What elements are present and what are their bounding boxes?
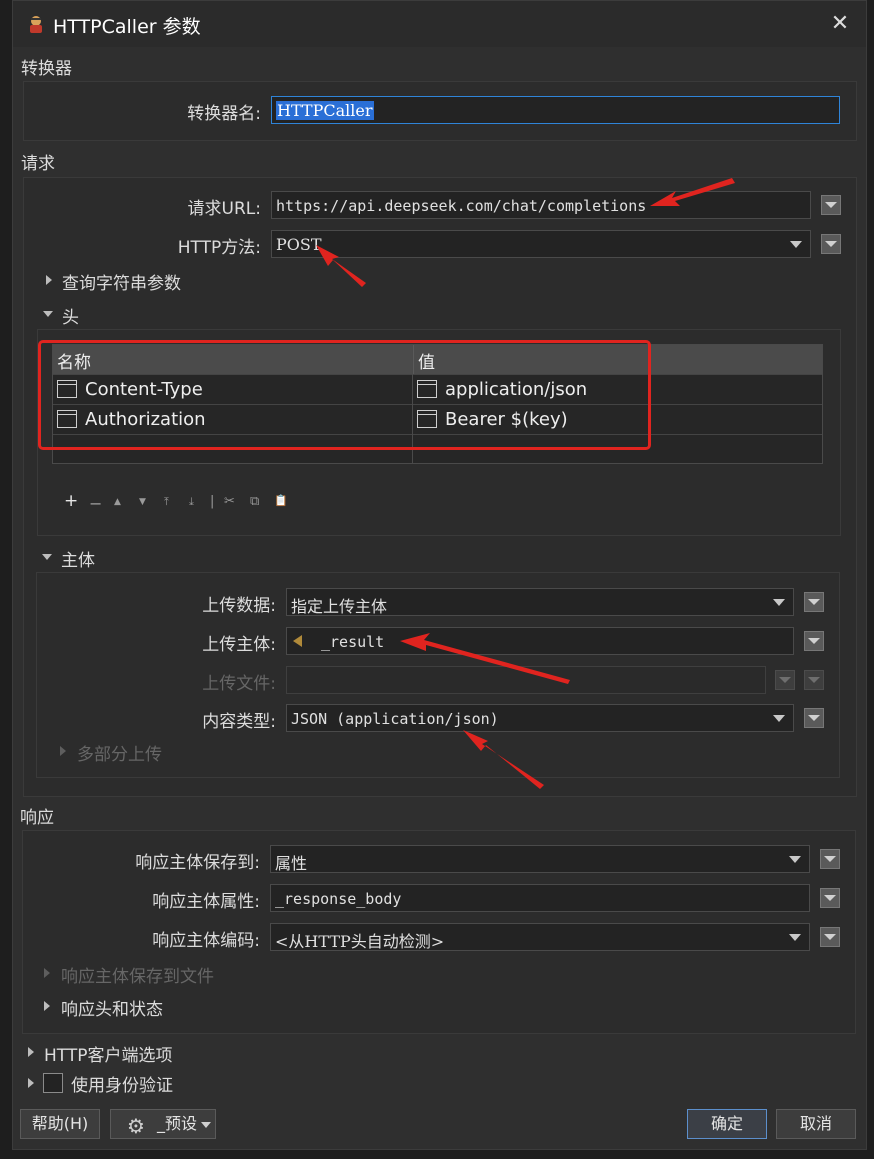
encoding-label: 响应主体编码:	[152, 931, 260, 951]
content-type-menu-button[interactable]	[804, 708, 824, 728]
content-type-select[interactable]: JSON (application/json)	[286, 704, 794, 732]
chevron-down-icon	[773, 715, 785, 722]
upload-file-label: 上传文件:	[202, 674, 276, 694]
help-button[interactable]: 帮助(H)	[20, 1109, 100, 1139]
annotation-red-box	[38, 340, 651, 450]
add-row-button[interactable]: +	[64, 491, 78, 511]
content-type-value: JSON (application/json)	[291, 710, 499, 728]
chevron-down-icon	[790, 241, 802, 248]
http-client-options-expander[interactable]: HTTP客户端选项	[44, 1041, 173, 1066]
save-to-select[interactable]: 属性	[270, 845, 810, 873]
url-menu-button[interactable]	[821, 195, 841, 215]
preset-label: _预设	[157, 1114, 198, 1133]
request-url-input[interactable]: https://api.deepseek.com/chat/completion…	[271, 191, 811, 219]
response-attr-menu-button[interactable]	[820, 888, 840, 908]
toolbar-separator: |	[210, 494, 215, 509]
content-type-label: 内容类型:	[202, 712, 276, 732]
method-menu-button[interactable]	[821, 234, 841, 254]
app-icon	[30, 16, 42, 33]
section-request: 请求	[21, 154, 55, 174]
remove-row-button[interactable]: −	[89, 494, 102, 513]
query-params-expander[interactable]: 查询字符串参数	[62, 269, 181, 294]
body-expander[interactable]: 主体	[61, 546, 95, 571]
gear-icon: ⚙	[127, 1114, 145, 1138]
upload-file-menu-button	[804, 670, 824, 690]
encoding-select[interactable]: <从HTTP头自动检测>	[270, 923, 810, 951]
cancel-button[interactable]: 取消	[776, 1109, 856, 1139]
move-bottom-button: ⤓	[189, 495, 194, 508]
encoding-value: <从HTTP头自动检测>	[275, 932, 445, 951]
request-url-label: 请求URL:	[187, 199, 261, 219]
upload-data-menu-button[interactable]	[804, 592, 824, 612]
window-title: HTTPCaller 参数	[53, 16, 201, 38]
multipart-expander: 多部分上传	[77, 745, 162, 765]
transformer-name-value: HTTPCaller	[276, 101, 374, 120]
collapse-arrow-icon[interactable]	[43, 311, 53, 317]
save-to-value: 属性	[275, 854, 308, 873]
response-attr-label: 响应主体属性:	[152, 892, 260, 912]
save-to-menu-button[interactable]	[820, 849, 840, 869]
browse-button	[775, 670, 795, 690]
copy-icon[interactable]: ⧉	[250, 494, 259, 509]
transformer-name-label: 转换器名:	[187, 104, 261, 124]
section-response: 响应	[20, 808, 54, 828]
chevron-down-icon	[773, 599, 785, 606]
upload-data-value: 指定上传主体	[291, 597, 388, 616]
expand-arrow-icon[interactable]	[46, 275, 52, 285]
chevron-down-icon	[201, 1122, 211, 1128]
paste-icon[interactable]: 📋	[274, 494, 288, 507]
move-top-button[interactable]: ⤒	[164, 495, 169, 509]
expand-arrow-icon	[44, 968, 50, 978]
cut-icon[interactable]: ✂	[224, 494, 235, 509]
use-auth-label: 使用身份验证	[71, 1076, 173, 1096]
response-headers-expander[interactable]: 响应头和状态	[61, 995, 163, 1020]
upload-body-label: 上传主体:	[202, 635, 276, 655]
title-bar: HTTPCaller 参数 ✕	[13, 1, 866, 47]
expand-arrow-icon[interactable]	[28, 1078, 34, 1088]
save-to-file-expander: 响应主体保存到文件	[61, 967, 214, 987]
attribute-icon	[293, 635, 302, 647]
upload-body-input[interactable]: _result	[286, 627, 794, 655]
save-to-label: 响应主体保存到:	[135, 853, 260, 873]
expand-arrow-icon[interactable]	[44, 1001, 50, 1011]
use-auth-checkbox[interactable]	[43, 1073, 63, 1093]
headers-expander[interactable]: 头	[62, 303, 79, 328]
chevron-down-icon	[789, 856, 801, 863]
close-icon[interactable]: ✕	[827, 11, 853, 37]
section-transformer: 转换器	[21, 59, 72, 79]
http-method-select[interactable]: POST	[271, 230, 811, 258]
ok-button[interactable]: 确定	[687, 1109, 767, 1139]
chevron-down-icon	[789, 934, 801, 941]
expand-arrow-icon	[60, 746, 66, 756]
encoding-menu-button[interactable]	[820, 927, 840, 947]
upload-data-label: 上传数据:	[202, 596, 276, 616]
upload-data-select[interactable]: 指定上传主体	[286, 588, 794, 616]
expand-arrow-icon[interactable]	[28, 1047, 34, 1057]
http-method-value: POST	[276, 235, 322, 254]
upload-file-input	[286, 666, 766, 694]
transformer-name-input[interactable]: HTTPCaller	[271, 96, 840, 124]
response-attr-input[interactable]: _response_body	[270, 884, 810, 912]
upload-body-menu-button[interactable]	[804, 631, 824, 651]
collapse-arrow-icon[interactable]	[42, 554, 52, 560]
http-method-label: HTTP方法:	[177, 238, 261, 258]
move-down-button[interactable]: ▼	[139, 497, 146, 507]
move-up-button[interactable]: ▲	[114, 497, 121, 507]
preset-button[interactable]: ⚙ _预设	[110, 1109, 216, 1139]
